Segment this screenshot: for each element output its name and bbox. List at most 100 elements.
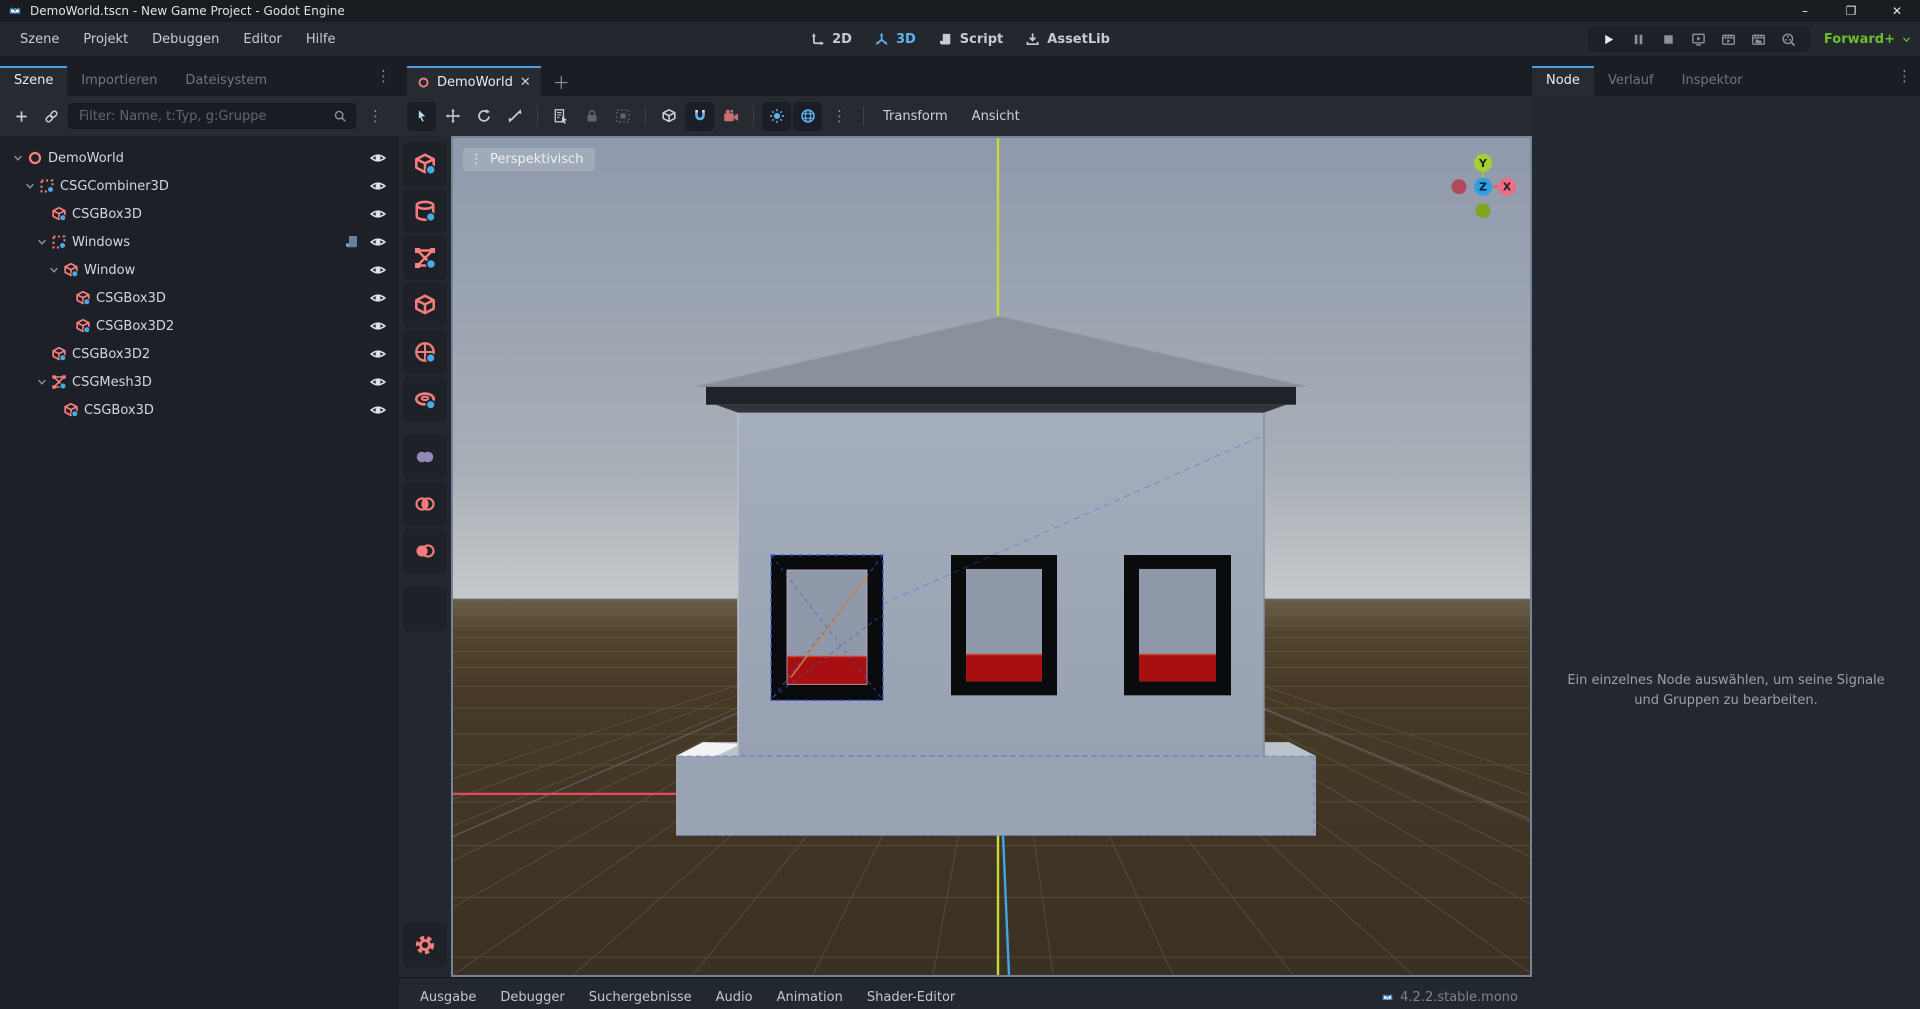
- gizmo-neg-x-ball[interactable]: [1452, 179, 1467, 194]
- add-node-button[interactable]: [8, 103, 34, 129]
- workspace-3d-button[interactable]: 3D: [874, 32, 916, 47]
- csg-subtraction-button[interactable]: [403, 529, 447, 573]
- visibility-eye-icon[interactable]: [370, 346, 386, 362]
- minimize-button[interactable]: –: [1782, 0, 1828, 22]
- csg-box-button[interactable]: [403, 142, 447, 186]
- menu-debuggen[interactable]: Debuggen: [140, 26, 231, 53]
- visibility-eye-icon[interactable]: [370, 318, 386, 334]
- bottom-tab-suchergebnisse[interactable]: Suchergebnisse: [578, 986, 703, 1009]
- bottom-tab-debugger[interactable]: Debugger: [489, 986, 575, 1009]
- csg-cylinder-button[interactable]: [403, 189, 447, 233]
- select-tool-button[interactable]: [407, 102, 436, 131]
- stop-button[interactable]: [1656, 28, 1682, 50]
- projection-menu-button[interactable]: ⋮ Perspektivisch: [463, 148, 595, 171]
- ansicht-menu[interactable]: Ansicht: [961, 104, 1031, 129]
- collapse-icon[interactable]: [10, 151, 25, 166]
- transform-menu[interactable]: Transform: [872, 104, 959, 129]
- csg-settings-button[interactable]: [403, 923, 447, 967]
- collapse-icon[interactable]: [46, 263, 61, 278]
- menu-editor[interactable]: Editor: [231, 26, 293, 53]
- csg-torus-button[interactable]: [403, 377, 447, 421]
- tree-row-csgbox3d2[interactable]: CSGBox3D2: [0, 340, 399, 368]
- csg-mesh-button[interactable]: [403, 236, 447, 280]
- instance-scene-button[interactable]: [38, 103, 64, 129]
- new-scene-tab-button[interactable]: ＋: [541, 66, 582, 96]
- pause-button[interactable]: [1626, 28, 1652, 50]
- list-select-button[interactable]: [546, 102, 575, 131]
- restore-button[interactable]: ❐: [1828, 0, 1874, 22]
- collapse-icon[interactable]: [34, 375, 49, 390]
- tree-row-demoworld[interactable]: DemoWorld: [0, 144, 399, 172]
- right-dock-menu-icon[interactable]: ⋮: [1889, 69, 1920, 84]
- tree-row-csgmesh3d[interactable]: CSGMesh3D: [0, 368, 399, 396]
- script-icon[interactable]: [344, 234, 360, 250]
- tab-verlauf[interactable]: Verlauf: [1594, 66, 1668, 96]
- tab-szene[interactable]: Szene: [0, 66, 67, 96]
- collapse-icon[interactable]: [22, 179, 37, 194]
- collapse-icon[interactable]: [34, 235, 49, 250]
- preview-environment-button[interactable]: [793, 102, 822, 131]
- renderer-selector[interactable]: Forward+: [1824, 32, 1912, 47]
- menu-hilfe[interactable]: Hilfe: [294, 26, 348, 53]
- gizmo-neg-y-ball[interactable]: [1476, 203, 1491, 218]
- gear-icon: [413, 933, 437, 957]
- tab-inspektor[interactable]: Inspektor: [1668, 66, 1757, 96]
- visibility-eye-icon[interactable]: [370, 290, 386, 306]
- viewport-3d[interactable]: Y X Z ⋮ Perspektivisch: [451, 136, 1532, 977]
- local-space-button[interactable]: [654, 102, 683, 131]
- workspace-assetlib-button[interactable]: AssetLib: [1025, 32, 1110, 47]
- scene-filter-input[interactable]: [77, 108, 327, 125]
- tab-dateisystem[interactable]: Dateisystem: [171, 66, 281, 96]
- visibility-eye-icon[interactable]: [370, 374, 386, 390]
- tab-node[interactable]: Node: [1532, 66, 1594, 96]
- csg-intersection-button[interactable]: [403, 482, 447, 526]
- close-tab-icon[interactable]: ✕: [520, 75, 531, 90]
- sun-environment-menu-icon[interactable]: ⋮: [824, 109, 855, 124]
- workspace-script-button[interactable]: Script: [938, 32, 1003, 47]
- bottom-tab-animation[interactable]: Animation: [766, 986, 854, 1009]
- scene-tree-menu-icon[interactable]: ⋮: [360, 109, 391, 124]
- toolbar-separator: [537, 106, 538, 126]
- visibility-eye-icon[interactable]: [370, 178, 386, 194]
- gridmap-button[interactable]: [403, 587, 447, 631]
- move-tool-button[interactable]: [438, 102, 467, 131]
- lock-node-button[interactable]: [577, 102, 606, 131]
- scale-tool-button[interactable]: [500, 102, 529, 131]
- workspace-2d-button[interactable]: 2D: [810, 32, 852, 47]
- csg-polygon-button[interactable]: [403, 283, 447, 327]
- viewport-3d-scene[interactable]: Y X Z: [453, 138, 1530, 975]
- camera-preview-button[interactable]: [716, 102, 745, 131]
- tree-row-csgcombiner3d[interactable]: CSGCombiner3D: [0, 172, 399, 200]
- movie-maker-button[interactable]: [1776, 28, 1802, 50]
- tree-row-csgbox3d-mesh-child[interactable]: CSGBox3D: [0, 396, 399, 424]
- preview-sun-button[interactable]: [762, 102, 791, 131]
- visibility-eye-icon[interactable]: [370, 234, 386, 250]
- tree-row-window[interactable]: Window: [0, 256, 399, 284]
- play-custom-scene-button[interactable]: [1746, 28, 1772, 50]
- play-remote-button[interactable]: [1686, 28, 1712, 50]
- tab-importieren[interactable]: Importieren: [67, 66, 171, 96]
- visibility-eye-icon[interactable]: [370, 150, 386, 166]
- tree-row-csgbox3d[interactable]: CSGBox3D: [0, 200, 399, 228]
- visibility-eye-icon[interactable]: [370, 206, 386, 222]
- group-node-button[interactable]: [608, 102, 637, 131]
- snap-toggle-button[interactable]: [685, 102, 714, 131]
- bottom-tab-shader-editor[interactable]: Shader-Editor: [856, 986, 966, 1009]
- tree-row-csgbox3d2-child[interactable]: CSGBox3D2: [0, 312, 399, 340]
- tree-row-csgbox3d-child[interactable]: CSGBox3D: [0, 284, 399, 312]
- bottom-tab-audio[interactable]: Audio: [705, 986, 764, 1009]
- menu-szene[interactable]: Szene: [8, 26, 71, 53]
- tree-row-windows[interactable]: Windows: [0, 228, 399, 256]
- left-dock-menu-icon[interactable]: ⋮: [368, 69, 399, 84]
- visibility-eye-icon[interactable]: [370, 262, 386, 278]
- bottom-tab-ausgabe[interactable]: Ausgabe: [409, 986, 487, 1009]
- play-button[interactable]: [1596, 28, 1622, 50]
- rotate-tool-button[interactable]: [469, 102, 498, 131]
- menu-projekt[interactable]: Projekt: [71, 26, 140, 53]
- csg-sphere-button[interactable]: [403, 330, 447, 374]
- csg-union-button[interactable]: [403, 435, 447, 479]
- scene-tab-demoworld[interactable]: DemoWorld ✕: [407, 66, 541, 96]
- visibility-eye-icon[interactable]: [370, 402, 386, 418]
- play-scene-button[interactable]: [1716, 28, 1742, 50]
- close-button[interactable]: ✕: [1874, 0, 1920, 22]
